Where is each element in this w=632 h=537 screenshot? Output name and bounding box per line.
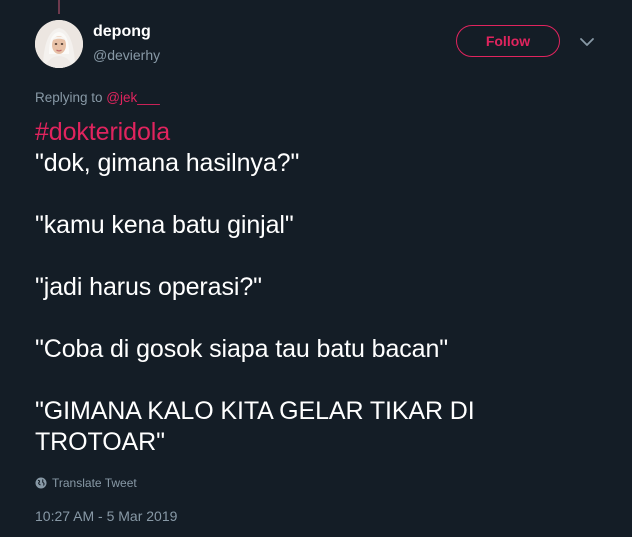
tweet-timestamp[interactable]: 10:27 AM - 5 Mar 2019 [35, 508, 177, 524]
chevron-down-icon[interactable] [579, 36, 595, 48]
tweet-text: #dokteridola "dok, gimana hasilnya?" "ka… [35, 117, 595, 458]
tweet-line: "GIMANA KALO KITA GELAR TIKAR DI [35, 397, 475, 425]
tweet-line: TROTOAR" [35, 428, 165, 456]
translate-tweet-link[interactable]: Translate Tweet [35, 476, 137, 490]
user-handle[interactable]: @devierhy [93, 47, 160, 63]
tweet-detail: depong @devierhy Follow Replying to @jek… [0, 0, 632, 537]
tweet-line: "dok, gimana hasilnya?" [35, 149, 300, 177]
tweet-line: "jadi harus operasi?" [35, 273, 262, 301]
display-name[interactable]: depong [93, 23, 151, 41]
globe-icon [35, 477, 47, 489]
tweet-line: "kamu kena batu ginjal" [35, 211, 294, 239]
reply-mention-link[interactable]: @jek___ [106, 90, 160, 105]
follow-button[interactable]: Follow [456, 25, 560, 57]
replying-to-prefix: Replying to [35, 90, 107, 105]
tweet-line: "Coba di gosok siapa tau batu bacan" [35, 335, 449, 363]
thread-connector-line [58, 0, 60, 14]
replying-to: Replying to @jek___ [35, 90, 160, 105]
hashtag-link[interactable]: #dokteridola [35, 117, 595, 148]
translate-tweet-label: Translate Tweet [52, 476, 137, 490]
avatar-image [35, 20, 83, 68]
avatar[interactable] [35, 20, 83, 68]
